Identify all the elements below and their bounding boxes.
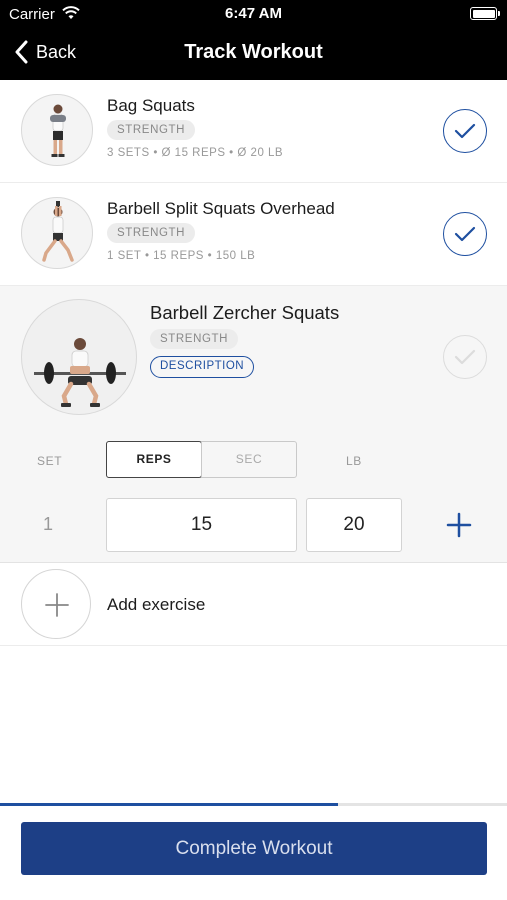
- exercise-name: Bag Squats: [107, 96, 195, 115]
- exercise-thumbnail: [21, 94, 93, 166]
- exercise-thumbnail: [21, 299, 137, 415]
- add-exercise-label[interactable]: Add exercise: [107, 595, 205, 615]
- status-bar: Carrier 6:47 AM: [0, 0, 507, 28]
- workout-progress-bar: [0, 803, 507, 806]
- page-title: Track Workout: [184, 41, 323, 63]
- reps-input[interactable]: 15: [106, 498, 297, 552]
- category-tag: STRENGTH: [107, 223, 196, 243]
- checkmark-icon: [454, 349, 476, 365]
- set-column-label: SET: [37, 454, 63, 468]
- complete-check-button[interactable]: [443, 335, 487, 379]
- athlete-figure-icon: [42, 201, 74, 262]
- reps-option[interactable]: REPS: [106, 441, 202, 478]
- checkmark-icon: [454, 226, 476, 242]
- athlete-figure-icon: [50, 104, 66, 157]
- weight-input[interactable]: 20: [306, 498, 402, 552]
- battery-icon: [470, 7, 500, 20]
- active-exercise-panel: Barbell Zercher Squats STRENGTH DESCRIPT…: [0, 286, 507, 563]
- checkmark-icon: [454, 123, 476, 139]
- exercise-row[interactable]: Bag Squats STRENGTH 3 SETS • Ø 15 REPS •…: [0, 80, 507, 183]
- add-set-button[interactable]: [445, 511, 473, 539]
- category-tag: STRENGTH: [107, 120, 196, 140]
- weight-column-label: LB: [346, 454, 362, 468]
- description-button[interactable]: DESCRIPTION: [150, 356, 255, 378]
- complete-check-button[interactable]: [443, 212, 487, 256]
- exercise-name: Barbell Split Squats Overhead: [107, 199, 335, 218]
- set-number: 1: [43, 514, 54, 534]
- exercise-summary: 1 SET • 15 REPS • 150 LB: [107, 250, 256, 262]
- clock: 6:47 AM: [225, 5, 282, 22]
- nav-bar: Back Track Workout: [0, 28, 507, 80]
- workout-progress-fill: [0, 803, 339, 806]
- complete-workout-button[interactable]: Complete Workout: [21, 822, 487, 875]
- exercise-thumbnail: [21, 197, 93, 269]
- sec-option[interactable]: SEC: [201, 442, 296, 477]
- exercise-name: Barbell Zercher Squats: [150, 302, 340, 323]
- plus-icon: [45, 593, 69, 617]
- athlete-figure-icon: [34, 338, 126, 407]
- add-exercise-row[interactable]: Add exercise: [0, 563, 507, 646]
- complete-check-button[interactable]: [443, 109, 487, 153]
- exercise-row[interactable]: Barbell Split Squats Overhead STRENGTH 1…: [0, 183, 507, 286]
- exercise-summary: 3 SETS • Ø 15 REPS • Ø 20 LB: [107, 147, 284, 159]
- category-tag: STRENGTH: [150, 329, 239, 349]
- add-exercise-button[interactable]: [21, 569, 91, 639]
- reps-sec-toggle: REPS SEC: [106, 441, 297, 478]
